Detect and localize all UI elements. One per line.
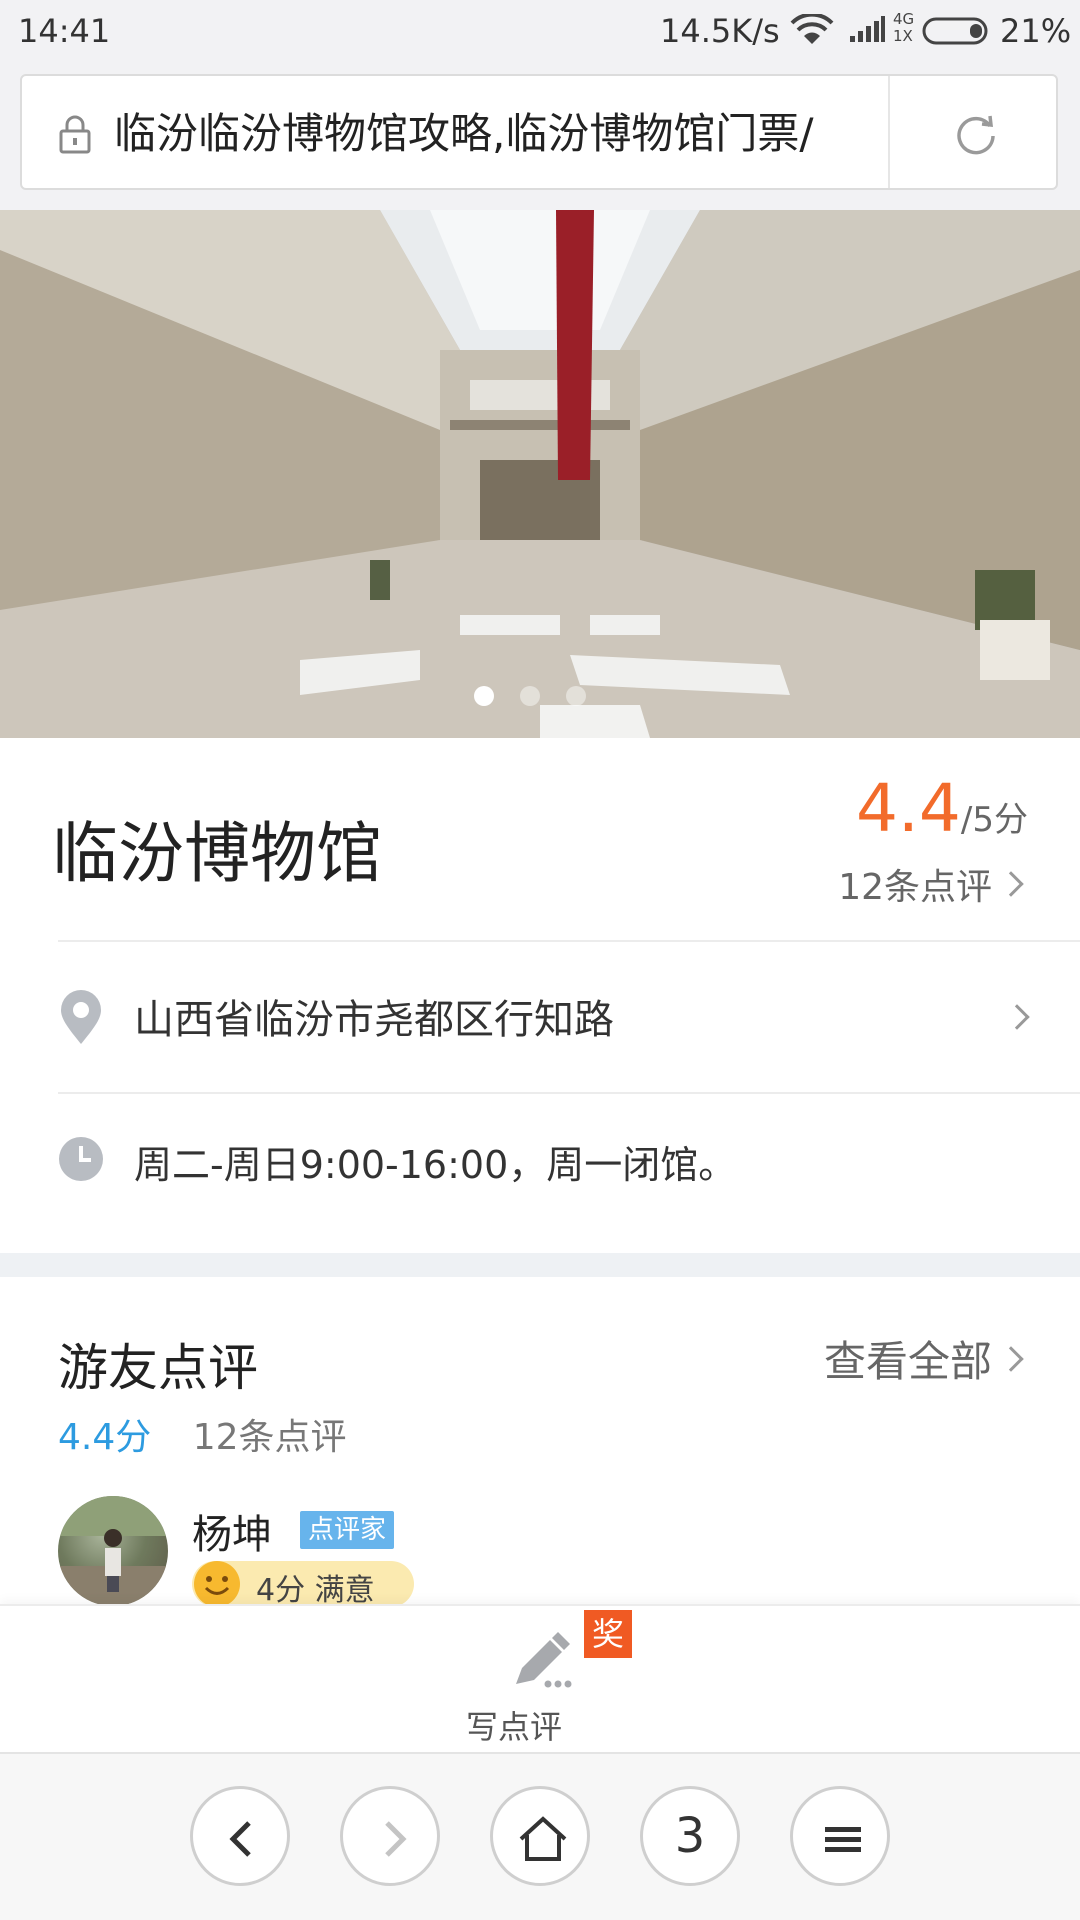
forward-button[interactable] <box>340 1786 440 1886</box>
forward-icon <box>385 1821 407 1857</box>
hero-photo-carousel[interactable] <box>0 210 1080 738</box>
carousel-dot-2[interactable] <box>520 686 540 706</box>
carousel-dot-1[interactable] <box>474 686 494 706</box>
reviews-section-title: 游友点评 <box>58 1339 258 1397</box>
network-speed: 14.5K/s <box>660 12 780 50</box>
back-button[interactable] <box>190 1786 290 1886</box>
view-all-reviews-link[interactable]: 查看全部 <box>823 1328 1024 1389</box>
status-time: 14:41 <box>18 12 111 50</box>
battery-percent: 21% <box>1000 12 1072 50</box>
address-bar[interactable]: 临汾临汾博物馆攻略,临汾博物馆门票/ <box>20 74 1058 190</box>
chevron-right-icon <box>1004 1004 1030 1030</box>
address-text: 山西省临汾市尧都区行知路 <box>134 997 614 1043</box>
poi-title: 临汾博物馆 <box>52 815 382 892</box>
review-score: 4.4分 <box>58 1417 152 1458</box>
tabs-button[interactable]: 3 <box>640 1786 740 1886</box>
chevron-right-icon <box>998 871 1024 897</box>
pencil-icon <box>516 1632 572 1688</box>
home-button[interactable] <box>490 1786 590 1886</box>
browser-nav-bar: 3 <box>0 1752 1080 1920</box>
address-bar-area: 临汾临汾博物馆攻略,临汾博物馆门票/ <box>0 62 1080 210</box>
hours-row: 周二-周日9:00-16:00，周一闭馆。 <box>0 1094 1080 1234</box>
review-count: 12条点评 <box>192 1417 347 1458</box>
hours-text: 周二-周日9:00-16:00，周一闭馆。 <box>134 1143 737 1187</box>
museum-hall-photo <box>0 210 1080 738</box>
poi-rating: 4.4/5分 <box>856 770 1028 847</box>
address-divider <box>888 76 890 188</box>
chevron-right-icon <box>998 1345 1024 1372</box>
reviewer-badge: 点评家 <box>300 1511 395 1549</box>
reviewer-name[interactable]: 杨坤 <box>192 1502 272 1560</box>
poi-rating-suffix: /5分 <box>960 800 1028 840</box>
avatar[interactable] <box>58 1496 168 1606</box>
network-type-top: 4G <box>893 10 915 28</box>
signal-icon <box>850 16 885 42</box>
satisfaction-pill: 4分 满意 <box>192 1561 414 1608</box>
award-badge: 奖 <box>584 1610 632 1658</box>
network-type-bottom: 1X <box>893 27 913 45</box>
section-separator <box>0 1253 1080 1277</box>
write-review-bar[interactable]: 奖 写点评 <box>0 1604 1080 1752</box>
carousel-dot-3[interactable] <box>566 686 586 706</box>
review-count-label: 12条点评 <box>838 867 992 908</box>
avatar-photo <box>58 1496 168 1606</box>
review-summary: 4.4分 12条点评 <box>58 1408 347 1460</box>
carousel-indicator <box>474 686 594 706</box>
back-icon <box>229 1821 251 1857</box>
reload-icon[interactable] <box>952 110 1000 158</box>
menu-icon <box>825 1827 861 1852</box>
lock-icon <box>59 115 91 154</box>
satisfaction-text: 4分 满意 <box>256 1573 375 1608</box>
view-all-label: 查看全部 <box>823 1337 992 1386</box>
smile-icon <box>194 1561 240 1607</box>
address-row[interactable]: 山西省临汾市尧都区行知路 <box>0 942 1080 1092</box>
location-pin-icon <box>61 990 101 1044</box>
menu-button[interactable] <box>790 1786 890 1886</box>
url-text[interactable]: 临汾临汾博物馆攻略,临汾博物馆门票/ <box>114 106 890 162</box>
status-bar: 14:41 14.5K/s 4G 1X 21% <box>0 0 1080 62</box>
battery-icon <box>922 17 988 45</box>
review-count-link[interactable]: 12条点评 <box>838 858 1024 910</box>
tabs-count: 3 <box>674 1808 706 1864</box>
poi-rating-value: 4.4 <box>855 770 961 847</box>
wifi-icon <box>790 14 834 44</box>
clock-icon <box>59 1137 103 1181</box>
network-type: 4G 1X <box>893 11 914 45</box>
home-icon <box>519 1816 567 1861</box>
write-review-label: 写点评 <box>466 1708 563 1746</box>
